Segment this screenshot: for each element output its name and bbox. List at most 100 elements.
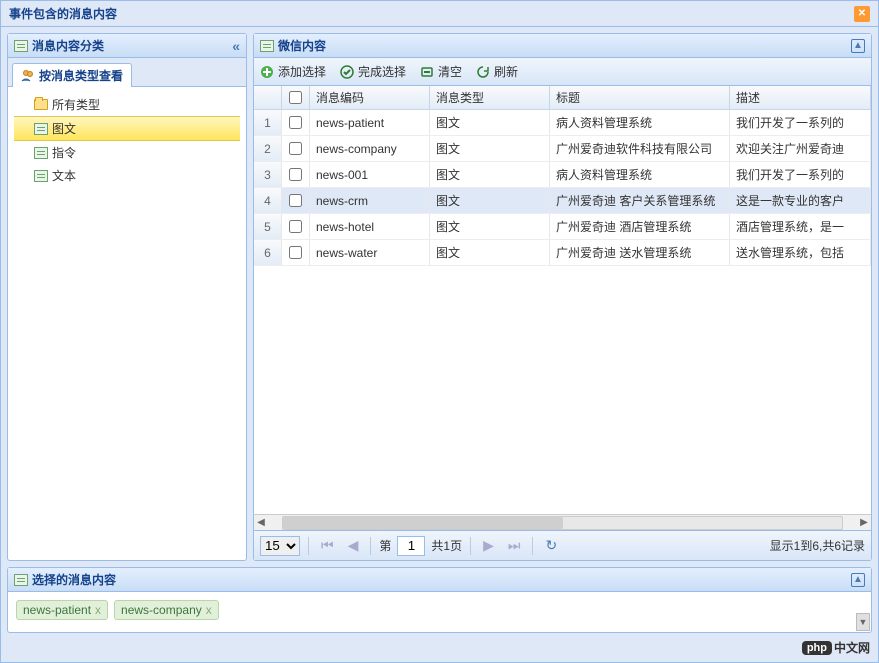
col-title[interactable]: 标题 [550, 86, 730, 109]
refresh-button[interactable]: 刷新 [476, 63, 518, 80]
plus-icon [260, 65, 274, 79]
cell-type: 图文 [430, 110, 550, 135]
row-checkbox-cell[interactable] [282, 162, 310, 187]
cell-code: news-patient [310, 110, 430, 135]
check-all[interactable] [289, 91, 302, 104]
cell-type: 图文 [430, 136, 550, 161]
row-number: 4 [254, 188, 282, 213]
row-checkbox[interactable] [289, 168, 302, 181]
table-row[interactable]: 5news-hotel图文广州爱奇迪 酒店管理系统酒店管理系统，是一 [254, 214, 871, 240]
users-icon [21, 69, 35, 83]
tag-label: news-patient [23, 603, 91, 617]
category-panel: 消息内容分类 « 按消息类型查看 所有类型 图文 [7, 33, 247, 561]
cell-desc: 我们开发了一系列的 [730, 162, 871, 187]
next-page-icon[interactable]: ▶ [479, 537, 498, 554]
cell-title: 广州爱奇迪 客户关系管理系统 [550, 188, 730, 213]
prev-page-icon[interactable]: ◀ [344, 537, 363, 554]
scroll-left-icon[interactable]: ◀ [254, 517, 268, 528]
col-checkbox[interactable] [282, 86, 310, 109]
row-number: 6 [254, 240, 282, 265]
tab-by-type[interactable]: 按消息类型查看 [12, 63, 132, 87]
page-label-prefix: 第 [379, 537, 391, 554]
table-row[interactable]: 2news-company图文广州爱奇迪软件科技有限公司欢迎关注广州爱奇迪 [254, 136, 871, 162]
row-number: 1 [254, 110, 282, 135]
dialog-window: 事件包含的消息内容 ✕ 消息内容分类 « 按消息类型查看 所有类型 [0, 0, 879, 663]
grid-header: 消息编码 消息类型 标题 描述 [254, 86, 871, 110]
horizontal-scrollbar[interactable]: ◀ ▶ [254, 514, 871, 530]
toolbar-label: 清空 [438, 63, 462, 80]
tree-item-label: 所有类型 [52, 96, 100, 113]
category-panel-header: 消息内容分类 « [8, 34, 246, 58]
cell-code: news-001 [310, 162, 430, 187]
collapse-left-icon[interactable]: « [232, 38, 240, 54]
table-row[interactable]: 3news-001图文病人资料管理系统我们开发了一系列的 [254, 162, 871, 188]
category-tabs: 按消息类型查看 [8, 58, 246, 87]
cell-title: 广州爱奇迪软件科技有限公司 [550, 136, 730, 161]
tree-item-news[interactable]: 图文 [14, 116, 240, 141]
selection-panel-header: 选择的消息内容 ▲ [8, 568, 871, 592]
scrollbar-thumb[interactable] [283, 517, 563, 529]
row-number: 2 [254, 136, 282, 161]
selected-tag: news-company x [114, 600, 219, 620]
tree-item-all[interactable]: 所有类型 [14, 93, 240, 116]
cell-title: 病人资料管理系统 [550, 162, 730, 187]
table-row[interactable]: 1news-patient图文病人资料管理系统我们开发了一系列的 [254, 110, 871, 136]
row-checkbox[interactable] [289, 246, 302, 259]
finish-button[interactable]: 完成选择 [340, 63, 406, 80]
toolbar-label: 刷新 [494, 63, 518, 80]
pager-refresh-icon[interactable]: ↻ [541, 537, 561, 554]
cell-code: news-company [310, 136, 430, 161]
pager: 15 ⏮ ◀ 第 共1页 ▶ ⏭ ↻ 显示1到6,共6记录 [254, 530, 871, 560]
window-title: 事件包含的消息内容 [9, 5, 117, 22]
row-number: 3 [254, 162, 282, 187]
titlebar: 事件包含的消息内容 ✕ [1, 1, 878, 27]
panel-icon [260, 40, 274, 52]
data-grid: 消息编码 消息类型 标题 描述 1news-patient图文病人资料管理系统我… [254, 86, 871, 530]
page-label-suffix: 共1页 [431, 537, 462, 554]
content-panel: 微信内容 ▲ 添加选择 完成选择 清空 刷新 [253, 33, 872, 561]
scroll-down-icon[interactable]: ▼ [856, 613, 870, 631]
tree-item-text[interactable]: 文本 [14, 164, 240, 187]
collapse-up-icon[interactable]: ▲ [851, 573, 865, 587]
cell-title: 病人资料管理系统 [550, 110, 730, 135]
table-row[interactable]: 4news-crm图文广州爱奇迪 客户关系管理系统这是一款专业的客户 [254, 188, 871, 214]
row-checkbox[interactable] [289, 220, 302, 233]
cell-title: 广州爱奇迪 送水管理系统 [550, 240, 730, 265]
tree-item-command[interactable]: 指令 [14, 141, 240, 164]
collapse-up-icon[interactable]: ▲ [851, 39, 865, 53]
pager-summary: 显示1到6,共6记录 [770, 537, 865, 554]
col-desc[interactable]: 描述 [730, 86, 871, 109]
close-icon[interactable]: ✕ [854, 6, 870, 22]
folder-icon [34, 99, 48, 110]
page-size-select[interactable]: 15 [260, 536, 300, 556]
tag-remove-icon[interactable]: x [95, 603, 101, 617]
cell-desc: 送水管理系统，包括 [730, 240, 871, 265]
row-checkbox-cell[interactable] [282, 240, 310, 265]
row-checkbox-cell[interactable] [282, 110, 310, 135]
table-row[interactable]: 6news-water图文广州爱奇迪 送水管理系统送水管理系统，包括 [254, 240, 871, 266]
leaf-icon [34, 123, 48, 135]
panel-icon [14, 40, 28, 52]
first-page-icon[interactable]: ⏮ [317, 537, 338, 554]
cell-code: news-hotel [310, 214, 430, 239]
scrollbar-track[interactable] [282, 516, 843, 530]
cell-code: news-crm [310, 188, 430, 213]
row-checkbox[interactable] [289, 194, 302, 207]
page-input[interactable] [397, 536, 425, 556]
row-checkbox[interactable] [289, 116, 302, 129]
row-checkbox-cell[interactable] [282, 188, 310, 213]
row-checkbox-cell[interactable] [282, 136, 310, 161]
add-button[interactable]: 添加选择 [260, 63, 326, 80]
tag-remove-icon[interactable]: x [206, 603, 212, 617]
logo-text: 中文网 [834, 639, 870, 656]
minus-icon [420, 65, 434, 79]
cell-code: news-water [310, 240, 430, 265]
col-type[interactable]: 消息类型 [430, 86, 550, 109]
clear-button[interactable]: 清空 [420, 63, 462, 80]
last-page-icon[interactable]: ⏭ [504, 537, 525, 554]
row-checkbox[interactable] [289, 142, 302, 155]
cell-type: 图文 [430, 214, 550, 239]
row-checkbox-cell[interactable] [282, 214, 310, 239]
scroll-right-icon[interactable]: ▶ [857, 517, 871, 528]
col-code[interactable]: 消息编码 [310, 86, 430, 109]
